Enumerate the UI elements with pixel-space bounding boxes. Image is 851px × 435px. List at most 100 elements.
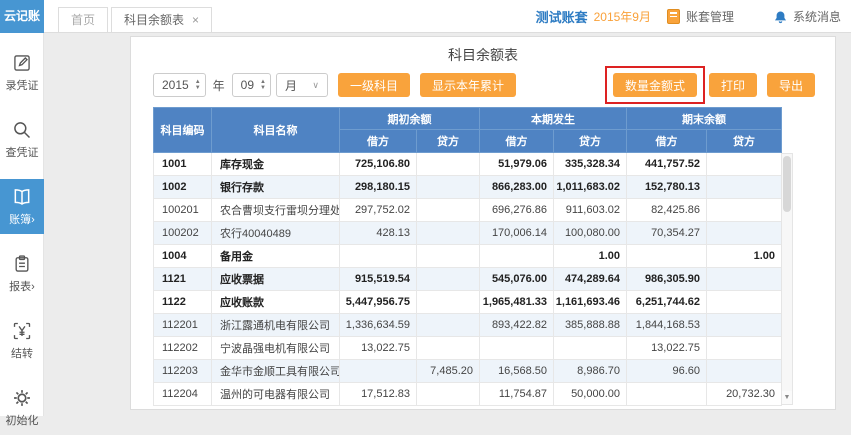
year-value: 2015 (162, 78, 189, 92)
sidebar-item-record-voucher[interactable]: 录凭证 (0, 45, 44, 100)
cell-amount (707, 291, 782, 314)
table-row[interactable]: 100202农行40040489428.13170,006.14100,080.… (154, 222, 782, 245)
period-unit-select[interactable]: 月 ∨ (276, 73, 328, 97)
cell-amount: 385,888.88 (554, 314, 627, 337)
cell-account-code: 1002 (154, 176, 212, 199)
search-icon (0, 120, 44, 140)
show-ytd-button[interactable]: 显示本年累计 (420, 73, 516, 97)
sidebar-item-carry-forward[interactable]: 结转 (0, 313, 44, 368)
table-row[interactable]: 112202宁波晶强电机有限公司13,022.7513,022.75 (154, 337, 782, 360)
tab-home[interactable]: 首页 (58, 7, 108, 32)
cell-account-code: 1001 (154, 153, 212, 176)
cell-amount: 51,979.06 (480, 153, 554, 176)
cell-amount: 17,512.83 (340, 383, 417, 406)
cell-account-name: 宁波晶强电机有限公司 (212, 337, 340, 360)
system-messages-link[interactable]: 系统消息 (793, 8, 841, 25)
cell-amount (707, 176, 782, 199)
cell-amount: 725,106.80 (340, 153, 417, 176)
cell-account-code: 1122 (154, 291, 212, 314)
month-value: 09 (241, 78, 254, 92)
sidebar-item-search-voucher[interactable]: 查凭证 (0, 112, 44, 167)
cell-amount: 11,754.87 (480, 383, 554, 406)
table-row[interactable]: 100201农合曹坝支行雷坝分理处297,752.02696,276.86911… (154, 199, 782, 222)
cell-amount: 50,000.00 (554, 383, 627, 406)
tab-account-balance[interactable]: 科目余额表× (111, 7, 212, 32)
bell-icon (774, 10, 787, 24)
cell-account-code: 112201 (154, 314, 212, 337)
yen-icon (0, 321, 44, 341)
spinner-down-icon[interactable]: ▼ (195, 85, 201, 91)
cell-amount: 1,844,168.53 (627, 314, 707, 337)
spinner-down-icon[interactable]: ▼ (260, 85, 266, 91)
cell-amount: 13,022.75 (340, 337, 417, 360)
cell-amount: 100,080.00 (554, 222, 627, 245)
cell-amount (707, 199, 782, 222)
book-icon (0, 187, 44, 207)
year-stepper[interactable]: 2015 ▲ ▼ (153, 73, 206, 97)
scrollbar-thumb[interactable] (783, 156, 791, 212)
col-header-debit: 借方 (627, 130, 707, 153)
cell-account-name: 库存现金 (212, 153, 340, 176)
cell-amount: 1,336,634.59 (340, 314, 417, 337)
cell-amount (707, 360, 782, 383)
chevron-right-icon: › (31, 281, 35, 293)
col-header-debit: 借方 (340, 130, 417, 153)
col-group-ending: 期末余额 (627, 108, 782, 130)
cell-amount (417, 383, 480, 406)
print-button[interactable]: 打印 (709, 73, 757, 97)
sidebar-item-account-books[interactable]: 账簿› (0, 179, 44, 234)
quantity-amount-format-button[interactable]: 数量金额式 (613, 73, 697, 97)
cell-amount (627, 245, 707, 268)
cell-amount (417, 291, 480, 314)
cell-amount (417, 222, 480, 245)
export-button[interactable]: 导出 (767, 73, 815, 97)
close-icon[interactable]: × (192, 13, 199, 27)
cell-account-name: 金华市金顺工具有限公司 (212, 360, 340, 383)
table-row[interactable]: 112203金华市金顺工具有限公司7,485.2016,568.508,986.… (154, 360, 782, 383)
cell-amount: 297,752.02 (340, 199, 417, 222)
cell-account-name: 应收票据 (212, 268, 340, 291)
col-header-debit: 借方 (480, 130, 554, 153)
account-set-name[interactable]: 测试账套 (536, 7, 588, 26)
table-row[interactable]: 112201浙江露通机电有限公司1,336,634.59893,422.8238… (154, 314, 782, 337)
cell-amount: 986,305.90 (627, 268, 707, 291)
scroll-down-icon[interactable]: ▼ (782, 391, 792, 404)
account-manage-link[interactable]: 账套管理 (686, 8, 734, 25)
cell-amount: 16,568.50 (480, 360, 554, 383)
table-row[interactable]: 1001库存现金725,106.8051,979.06335,328.34441… (154, 153, 782, 176)
cell-amount (707, 153, 782, 176)
table-row[interactable]: 1004备用金1.001.00 (154, 245, 782, 268)
cell-amount: 7,485.20 (417, 360, 480, 383)
cell-amount (554, 337, 627, 360)
cell-amount: 82,425.86 (627, 199, 707, 222)
cell-account-name: 农行40040489 (212, 222, 340, 245)
cell-amount (480, 245, 554, 268)
cell-amount (417, 199, 480, 222)
cell-account-name: 浙江露通机电有限公司 (212, 314, 340, 337)
chevron-down-icon: ∨ (312, 80, 319, 91)
page-title: 科目余额表 (131, 45, 835, 65)
cell-amount (417, 153, 480, 176)
month-stepper[interactable]: 09 ▲ ▼ (232, 73, 271, 97)
table-row[interactable]: 1122应收账款5,447,956.751,965,481.331,161,69… (154, 291, 782, 314)
cell-amount (417, 268, 480, 291)
vertical-scrollbar[interactable]: ▼ (781, 153, 793, 405)
cell-amount (340, 245, 417, 268)
chevron-right-icon: › (31, 214, 35, 226)
table-row[interactable]: 1121应收票据915,519.54545,076.00474,289.6498… (154, 268, 782, 291)
sidebar-item-initialize[interactable]: 初始化 (0, 380, 44, 435)
tab-bar: 首页 科目余额表× (58, 7, 215, 32)
sidebar: 录凭证 查凭证 账簿› 报表› 结转 初始化 (0, 33, 44, 416)
table-row[interactable]: 1002银行存款298,180.15866,283.001,011,683.02… (154, 176, 782, 199)
cell-account-name: 温州的可电器有限公司 (212, 383, 340, 406)
table-row[interactable]: 112204温州的可电器有限公司17,512.8311,754.8750,000… (154, 383, 782, 406)
sidebar-item-reports[interactable]: 报表› (0, 246, 44, 301)
filter-toolbar: 2015 ▲ ▼ 年 09 ▲ ▼ 月 ∨ 一级科目 显示本年累计 数量金额式 … (153, 72, 815, 98)
balance-table-wrap: 科目编码 科目名称 期初余额 本期发生 期末余额 借方 贷方 借方 贷方 借方 … (153, 107, 793, 406)
cell-amount: 20,732.30 (707, 383, 782, 406)
level-one-accounts-button[interactable]: 一级科目 (338, 73, 410, 97)
col-group-current: 本期发生 (480, 108, 627, 130)
cell-amount: 8,986.70 (554, 360, 627, 383)
cell-amount: 915,519.54 (340, 268, 417, 291)
app-logo: 云记账 (0, 0, 44, 33)
